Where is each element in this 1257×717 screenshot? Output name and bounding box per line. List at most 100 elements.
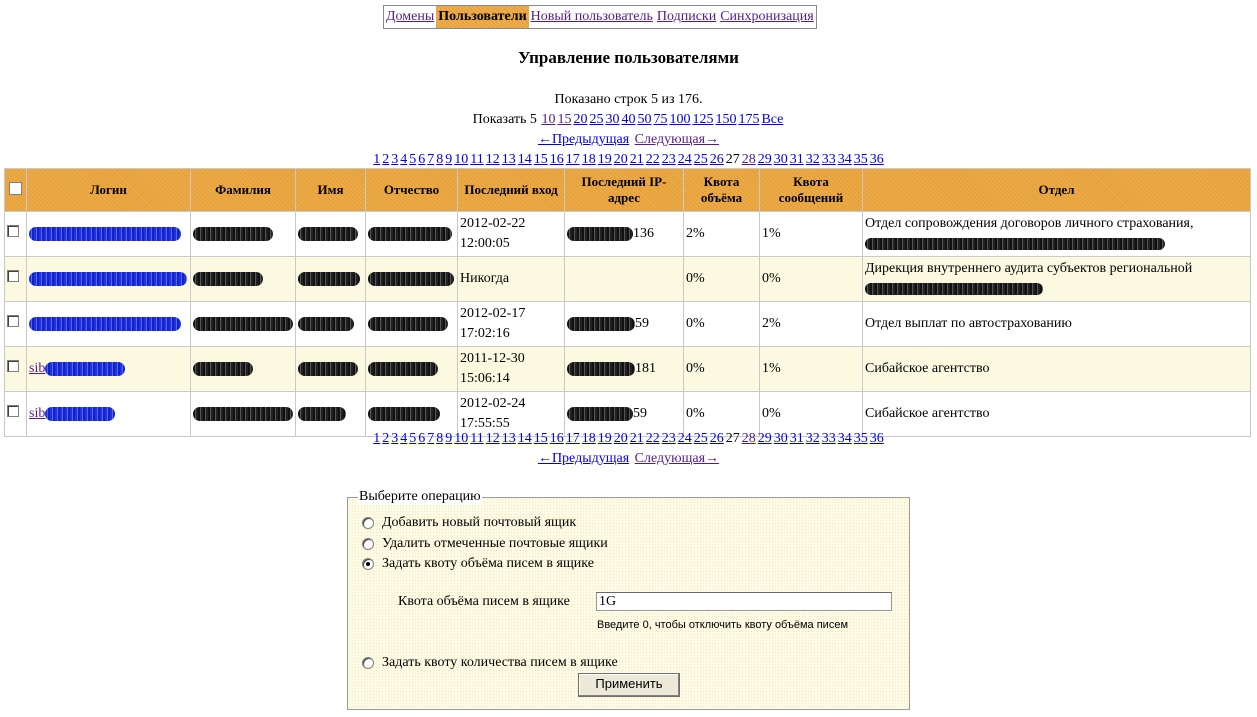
column-firstname[interactable]: Имя [295,168,366,212]
page-number-link[interactable]: 33 [822,431,836,446]
page-number-link[interactable]: 35 [854,431,868,446]
page-number-link[interactable]: 26 [710,152,724,167]
page-number-link[interactable]: 15 [534,152,548,167]
page-number-link[interactable]: 32 [806,431,820,446]
nav-new-user[interactable]: Новый пользователь [529,6,655,28]
page-size-option[interactable]: 15 [557,112,571,127]
page-size-option[interactable]: 25 [589,112,603,127]
page-number-link[interactable]: 6 [418,431,425,446]
page-number-link[interactable]: 19 [598,431,612,446]
prev-page-link[interactable]: ←Предыдущая [538,132,629,147]
page-number-link[interactable]: 34 [838,431,852,446]
page-number-link[interactable]: 13 [502,152,516,167]
page-number-link[interactable]: 24 [678,431,692,446]
page-number-link[interactable]: 4 [400,152,407,167]
page-number-link[interactable]: 18 [582,152,596,167]
page-number-link[interactable]: 30 [774,152,788,167]
page-number-link[interactable]: 28 [742,152,756,167]
select-all-checkbox[interactable] [9,181,22,195]
page-number-link[interactable]: 24 [678,152,692,167]
row-checkbox[interactable] [7,270,19,282]
page-number-link[interactable]: 31 [790,431,804,446]
page-number-link[interactable]: 20 [614,431,628,446]
op-delete-mailboxes[interactable]: Удалить отмеченные почтовые ящики [362,536,608,552]
page-size-option[interactable]: 20 [573,112,587,127]
row-checkbox[interactable] [7,225,19,237]
radio-set-volume-quota[interactable] [362,558,374,570]
op-add-mailbox[interactable]: Добавить новый почтовый ящик [362,515,576,531]
column-department[interactable]: Отдел [862,168,1251,212]
radio-add-mailbox[interactable] [362,517,374,529]
op-set-volume-quota[interactable]: Задать квоту объёма писем в ящике [362,556,594,572]
page-size-option[interactable]: 10 [541,112,555,127]
radio-delete-mailboxes[interactable] [362,538,374,550]
prev-page-link[interactable]: ←Предыдущая [538,451,629,466]
page-number-link[interactable]: 7 [427,152,434,167]
nav-sync[interactable]: Синхронизация [718,6,815,28]
page-number-link[interactable]: 28 [742,431,756,446]
page-number-link[interactable]: 36 [870,431,884,446]
page-number-link[interactable]: 8 [436,152,443,167]
page-number-link[interactable]: 16 [550,152,564,167]
page-number-link[interactable]: 2 [382,152,389,167]
page-number-link[interactable]: 32 [806,152,820,167]
page-number-link[interactable]: 12 [486,431,500,446]
page-number-link[interactable]: 33 [822,152,836,167]
page-number-link[interactable]: 7 [427,431,434,446]
column-patronymic[interactable]: Отчество [365,168,458,212]
page-number-link[interactable]: 3 [391,431,398,446]
page-number-link[interactable]: 5 [409,431,416,446]
page-number-link[interactable]: 13 [502,431,516,446]
row-checkbox[interactable] [7,405,19,417]
login-link[interactable]: sib [29,406,116,421]
column-message-quota[interactable]: Квота сообщений [759,168,863,212]
page-number-link[interactable]: 25 [694,152,708,167]
page-number-link[interactable]: 1 [373,431,380,446]
nav-users[interactable]: Пользователи [436,6,529,28]
column-volume-quota[interactable]: Квота объёма [683,168,760,212]
page-size-option[interactable]: 175 [738,112,759,127]
radio-set-count-quota[interactable] [362,657,374,669]
column-login[interactable]: Логин [26,168,191,212]
page-number-link[interactable]: 19 [598,152,612,167]
page-number-link[interactable]: 8 [436,431,443,446]
column-last-login[interactable]: Последний вход [457,168,565,212]
page-number-link[interactable]: 31 [790,152,804,167]
login-link[interactable] [29,316,181,331]
page-number-link[interactable]: 26 [710,431,724,446]
page-number-link[interactable]: 21 [630,431,644,446]
page-number-link[interactable]: 9 [445,431,452,446]
page-number-link[interactable]: 30 [774,431,788,446]
page-number-link[interactable]: 3 [391,152,398,167]
page-number-link[interactable]: 10 [454,152,468,167]
page-number-link[interactable]: 29 [758,431,772,446]
page-number-link[interactable]: 23 [662,431,676,446]
page-number-link[interactable]: 16 [550,431,564,446]
page-number-link[interactable]: 25 [694,431,708,446]
nav-subscriptions[interactable]: Подписки [655,6,718,28]
page-number-link[interactable]: 10 [454,431,468,446]
page-number-link[interactable]: 36 [870,152,884,167]
nav-domains[interactable]: Домены [384,6,436,28]
page-number-link[interactable]: 29 [758,152,772,167]
page-number-link[interactable]: 23 [662,152,676,167]
page-number-link[interactable]: 35 [854,152,868,167]
page-number-link[interactable]: 6 [418,152,425,167]
page-number-link[interactable]: 14 [518,152,532,167]
page-number-link[interactable]: 11 [470,431,483,446]
page-number-link[interactable]: 17 [566,431,580,446]
next-page-link[interactable]: Следующая→ [635,132,719,147]
page-number-link[interactable]: 17 [566,152,580,167]
page-number-link[interactable]: 4 [400,431,407,446]
page-number-link[interactable]: 5 [409,152,416,167]
login-link[interactable] [29,226,181,241]
page-number-link[interactable]: 9 [445,152,452,167]
row-checkbox[interactable] [7,360,19,372]
page-number-link[interactable]: 18 [582,431,596,446]
op-set-count-quota[interactable]: Задать квоту количества писем в ящике [362,655,618,671]
page-size-option[interactable]: 75 [653,112,667,127]
page-size-option[interactable]: 125 [692,112,713,127]
page-size-option[interactable]: 150 [715,112,736,127]
page-number-link[interactable]: 15 [534,431,548,446]
page-number-link[interactable]: 12 [486,152,500,167]
